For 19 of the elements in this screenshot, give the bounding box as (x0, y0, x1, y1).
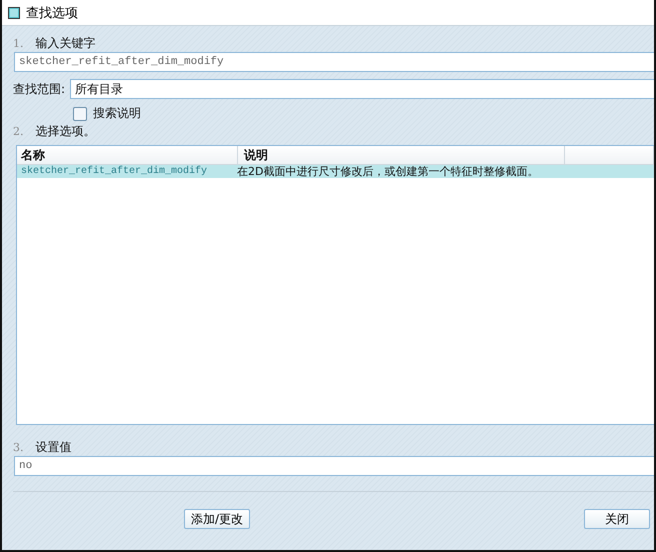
column-header[interactable]: 说明 (238, 146, 565, 164)
step-label: 选择选项。 (36, 122, 96, 140)
value-field[interactable]: no (14, 456, 654, 476)
option-description: 在2D截面中进行尺寸修改后，或创建第一个特征时整修截面。 (237, 164, 540, 179)
window-title: 查找选项 (26, 4, 78, 22)
scope-label: 查找范围: (13, 80, 66, 98)
close-button[interactable]: 关闭 (584, 509, 650, 529)
step-number: 3. (13, 440, 24, 454)
table-row[interactable]: sketcher_refit_after_dim_modify 在2D截面中进行尺寸修改后，或创建第一个特征时整修截面。 (17, 165, 654, 178)
add-change-button[interactable]: 添加/更改 (184, 509, 250, 529)
keyword-field[interactable]: sketcher_refit_after_dim_modify (14, 52, 654, 72)
step-label: 输入关键字 (36, 34, 96, 52)
checkbox-label: 搜索说明 (93, 105, 141, 122)
step-label: 设置值 (36, 438, 72, 456)
step-number: 2. (13, 124, 24, 138)
option-name: sketcher_refit_after_dim_modify (20, 166, 208, 177)
step-number: 1. (13, 36, 24, 50)
scope-dropdown[interactable]: 所有目录 (70, 79, 654, 99)
column-header[interactable]: 名称 (17, 146, 238, 164)
